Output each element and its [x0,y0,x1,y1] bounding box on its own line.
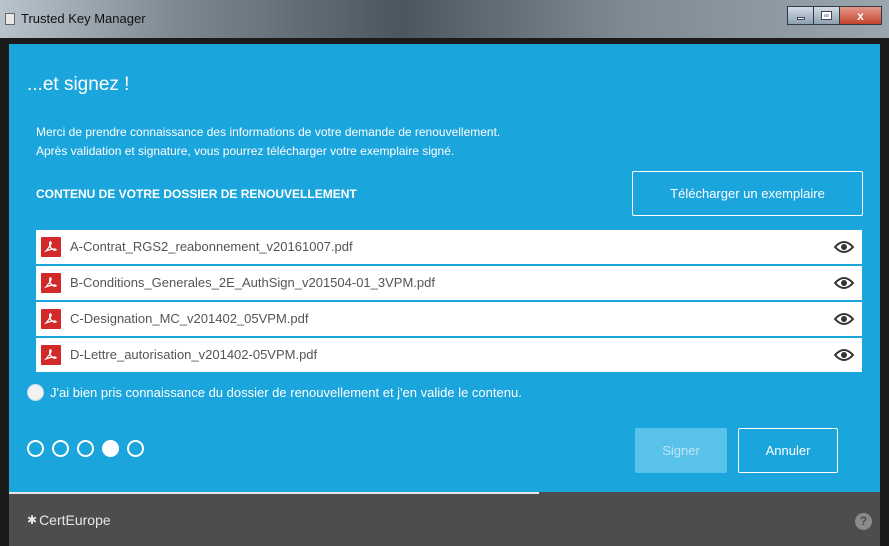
close-button[interactable]: x [839,6,882,25]
help-icon[interactable]: ? [855,513,872,530]
minimize-icon [796,17,805,20]
cancel-button[interactable]: Annuler [738,428,838,473]
eye-icon[interactable] [834,239,854,255]
window-title: Trusted Key Manager [21,11,146,26]
pdf-icon [41,345,61,365]
consent-label[interactable]: J'ai bien pris connaissance du dossier d… [50,385,522,400]
step-indicator [27,440,152,457]
brand-logo: ✱ CertEurope [27,512,111,528]
intro-line-1: Merci de prendre connaissance des inform… [36,125,501,139]
file-name[interactable]: D-Lettre_autorisation_v201402-05VPM.pdf [70,347,317,362]
maximize-button[interactable] [813,6,840,25]
file-name[interactable]: C-Designation_MC_v201402_05VPM.pdf [70,311,308,326]
file-row[interactable]: A-Contrat_RGS2_reabonnement_v20161007.pd… [36,230,862,264]
footer-progress-line [9,492,539,494]
step-dot [52,440,69,457]
eye-icon[interactable] [834,275,854,291]
footer-bar: ✱ CertEurope ? [9,492,880,546]
step-dot [27,440,44,457]
section-title: CONTENU DE VOTRE DOSSIER DE RENOUVELLEME… [36,187,357,201]
page-title: ...et signez ! [27,74,130,95]
consent-checkbox[interactable]: J'ai bien pris connaissance du dossier d… [27,384,522,401]
file-row[interactable]: C-Designation_MC_v201402_05VPM.pdf [36,302,862,336]
file-name[interactable]: A-Contrat_RGS2_reabonnement_v20161007.pd… [70,239,353,254]
app-icon [5,13,15,25]
step-dot [127,440,144,457]
pdf-icon [41,273,61,293]
main-panel: ...et signez ! Merci de prendre connaiss… [9,44,880,492]
close-icon: x [857,8,864,23]
file-list: A-Contrat_RGS2_reabonnement_v20161007.pd… [36,230,862,374]
minimize-button[interactable] [787,6,814,25]
file-name[interactable]: B-Conditions_Generales_2E_AuthSign_v2015… [70,275,435,290]
eye-icon[interactable] [834,347,854,363]
step-dot [77,440,94,457]
sign-button[interactable]: Signer [635,428,727,473]
window-controls: x [787,6,882,25]
download-copy-button[interactable]: Télécharger un exemplaire [632,171,863,216]
pdf-icon [41,309,61,329]
file-row[interactable]: D-Lettre_autorisation_v201402-05VPM.pdf [36,338,862,372]
eye-icon[interactable] [834,311,854,327]
pdf-icon [41,237,61,257]
step-dot-current [102,440,119,457]
consent-radio[interactable] [27,384,44,401]
file-row[interactable]: B-Conditions_Generales_2E_AuthSign_v2015… [36,266,862,300]
window-titlebar: Trusted Key Manager x [0,0,889,38]
intro-text: Merci de prendre connaissance des inform… [36,123,500,161]
maximize-icon [821,11,832,20]
brand-star-icon: ✱ [27,513,38,527]
intro-line-2: Après validation et signature, vous pour… [36,144,455,158]
brand-name: CertEurope [39,512,111,528]
